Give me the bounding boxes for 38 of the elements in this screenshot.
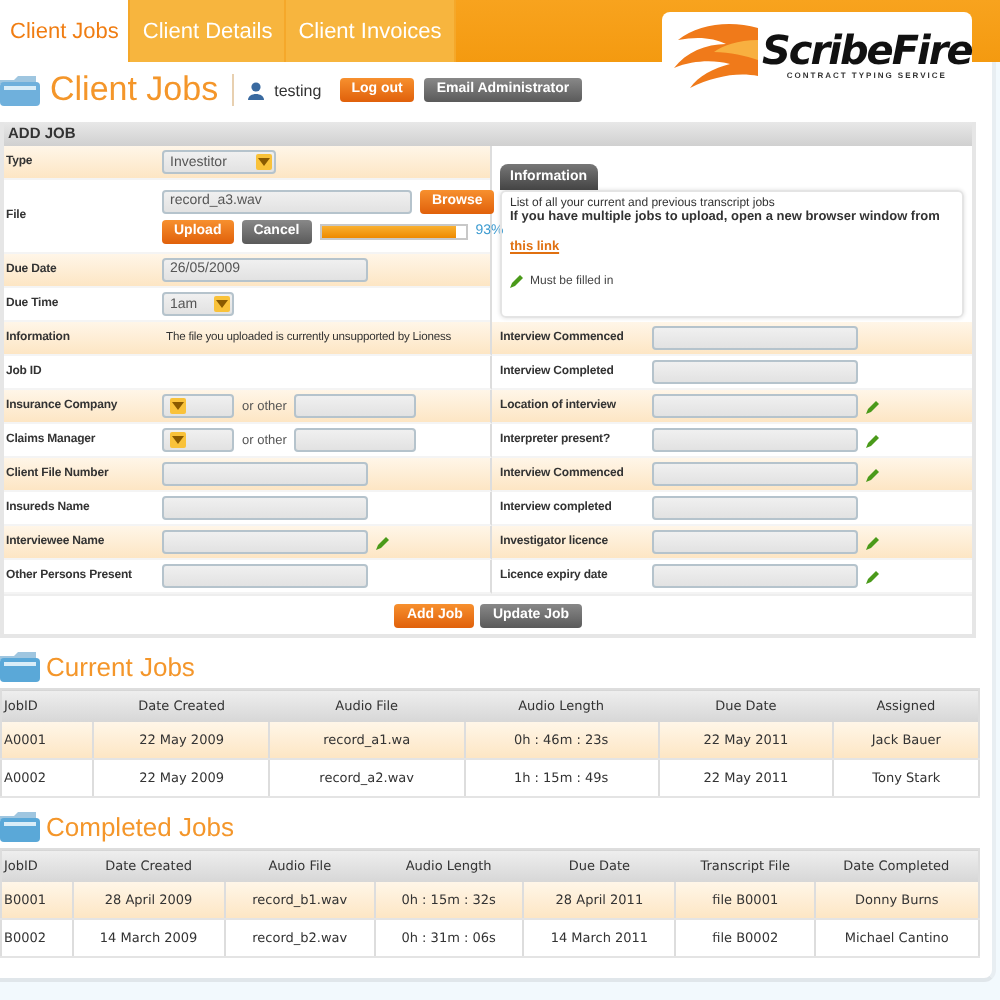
dropdown-arrow-icon: [172, 436, 184, 444]
section-title: Completed Jobs: [46, 812, 234, 842]
input-field[interactable]: [652, 394, 858, 418]
dropdown[interactable]: [162, 428, 234, 452]
folder-icon: [0, 652, 40, 682]
pencil-icon: [376, 535, 390, 549]
input-field[interactable]: [162, 530, 368, 554]
pencil-icon: [866, 535, 880, 549]
dropdown-arrow-icon: [172, 402, 184, 410]
input-field[interactable]: [652, 564, 858, 588]
input-field[interactable]: [294, 394, 417, 418]
dropdown[interactable]: [162, 394, 234, 418]
input-field[interactable]: [652, 360, 858, 384]
input-field[interactable]: [162, 496, 368, 520]
input-field[interactable]: [652, 530, 858, 554]
folder-icon: [0, 75, 40, 105]
pencil-icon: [510, 274, 524, 288]
input-field[interactable]: [294, 428, 417, 452]
flame-icon: [670, 20, 758, 88]
nav-tab[interactable]: Client Jobs: [0, 0, 131, 62]
section-title: Current Jobs: [46, 652, 195, 682]
dropdown-arrow-icon: [258, 158, 270, 166]
input-field[interactable]: [162, 564, 368, 588]
input-field[interactable]: [652, 428, 858, 452]
input-field[interactable]: [162, 462, 368, 486]
logo-wordmark: ScribeFire: [762, 29, 972, 69]
folder-icon: [0, 812, 40, 842]
pencil-icon: [866, 569, 880, 583]
username: testing: [274, 81, 322, 99]
page-title: Client Jobs: [50, 70, 219, 110]
user-icon: [248, 81, 265, 99]
input-field[interactable]: [652, 462, 858, 486]
dropdown-arrow-icon: [216, 300, 228, 308]
pencil-icon: [866, 433, 880, 447]
pencil-icon: [866, 399, 880, 413]
input-field[interactable]: [652, 496, 858, 520]
pencil-icon: [866, 467, 880, 481]
input-field[interactable]: [652, 326, 858, 350]
